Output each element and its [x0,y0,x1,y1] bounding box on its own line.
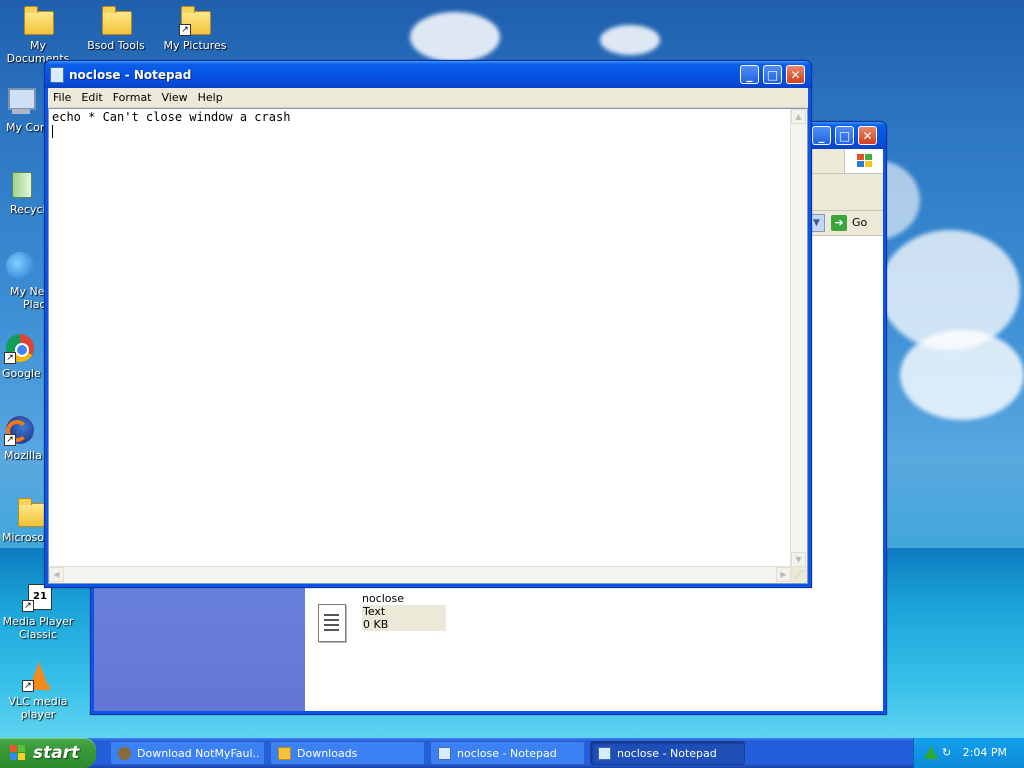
close-button[interactable]: ✕ [858,126,877,145]
computer-icon [4,86,36,118]
horizontal-scrollbar[interactable]: ◀ ▶ ⋰ [49,566,807,583]
taskbar-item-label: Download NotMyFaul... [137,747,260,760]
resize-grip-icon[interactable]: ⋰ [791,567,807,583]
notepad-app-icon[interactable] [50,67,64,83]
desktop-icon-bsod-tools[interactable]: Bsod Tools [78,4,154,52]
menu-file[interactable]: File [48,88,76,104]
scroll-right-button[interactable]: ▶ [776,567,791,582]
start-label: start [33,743,80,763]
desktop-icon-label: Bsod Tools [87,39,145,52]
file-item-noclose[interactable]: noclose Text Document 0 KB [316,592,446,651]
go-label: Go [852,216,868,229]
windows-logo-icon [844,149,883,173]
network-places-icon [4,250,36,282]
notepad-titlebar[interactable]: noclose - Notepad _ □ ✕ [45,61,811,88]
cloud [600,25,660,55]
folder-icon [4,496,48,528]
close-button[interactable]: ✕ [786,65,805,84]
cloud [410,12,500,62]
start-button[interactable]: start [0,738,96,768]
gear-download-icon [118,747,131,760]
recycle-bin-icon [4,168,36,200]
pictures-folder-icon: ↗ [179,4,211,36]
desktop-icon-my-pictures[interactable]: ↗ My Pictures [157,4,233,52]
firefox-icon: ↗ [4,414,36,446]
taskbar-item-download[interactable]: Download NotMyFaul... [110,741,265,765]
minimize-button[interactable]: _ [812,126,831,145]
taskbar: start Download NotMyFaul... Downloads no… [0,738,1024,768]
desktop-icon-label: Classic [18,628,58,641]
desktop-icon-label: VLC media [8,695,68,708]
file-size: 0 KB [362,618,435,631]
tray-app-icon[interactable]: ↻ [942,746,954,759]
tray-network-icon[interactable] [924,746,938,759]
taskbar-item-label: Downloads [297,747,358,760]
notepad-menubar: File Edit Format View Help [48,88,808,108]
system-tray: ↻ 2:04 PM [913,738,1024,768]
chrome-icon: ↗ [4,332,36,364]
notepad-icon [598,747,611,760]
notepad-content: echo * Can't close window a crash [52,110,291,124]
desktop-icon-label: player [20,708,56,721]
maximize-button[interactable]: □ [763,65,782,84]
notepad-frame: File Edit Format View Help echo * Can't clos… [48,88,808,584]
text-cursor [52,125,53,138]
file-name: noclose [362,592,405,605]
go-arrow-icon: ➜ [831,215,847,231]
scroll-up-button[interactable]: ▲ [791,109,806,124]
vertical-scrollbar[interactable]: ▲ ▼ [790,109,807,567]
clock[interactable]: 2:04 PM [963,746,1007,759]
menu-format[interactable]: Format [108,88,157,104]
minimize-button[interactable]: _ [740,65,759,84]
folder-icon [278,747,291,760]
vlc-cone-icon: ↗ [22,660,54,692]
taskbar-item-label: noclose - Notepad [457,747,557,760]
maximize-button[interactable]: □ [835,126,854,145]
desktop-icon-label: Media Player [2,615,74,628]
notepad-text-area[interactable]: echo * Can't close window a crash ▲ ▼ ◀ … [48,108,808,584]
window-title: noclose - Notepad [69,68,192,82]
desktop-icon-label: My Pictures [163,39,227,52]
cloud [900,330,1024,420]
documents-folder-icon [22,4,54,36]
notepad-window[interactable]: noclose - Notepad _ □ ✕ File Edit Format Vi… [44,60,812,588]
notepad-icon [438,747,451,760]
go-button[interactable]: ➜ Go [830,213,878,233]
scroll-down-button[interactable]: ▼ [791,552,806,567]
taskbar-item-notepad[interactable]: noclose - Notepad [430,741,585,765]
text-document-icon [318,604,346,642]
folder-icon [100,4,132,36]
taskbar-item-notepad-active[interactable]: noclose - Notepad [590,741,745,765]
menu-view[interactable]: View [157,88,193,104]
taskbar-item-label: noclose - Notepad [617,747,717,760]
desktop-icon-vlc-media-player[interactable]: ↗ VLC media player [0,660,76,721]
desktop-icon-my-documents[interactable]: My Documents [0,4,76,65]
menu-edit[interactable]: Edit [76,88,107,104]
windows-flag-icon [10,745,26,761]
scroll-left-button[interactable]: ◀ [49,567,64,582]
desktop-icon-media-player-classic[interactable]: 21 ↗ Media Player Classic [0,580,76,641]
menu-help[interactable]: Help [193,88,228,104]
taskbar-item-downloads[interactable]: Downloads [270,741,425,765]
